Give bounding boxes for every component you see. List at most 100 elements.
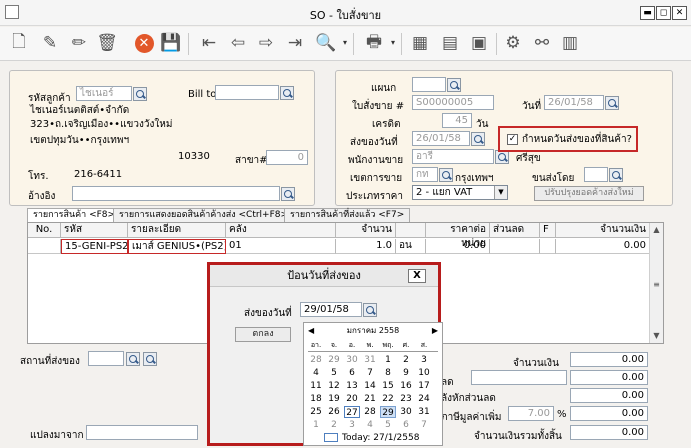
update-backorder-button[interactable]: ปรับปรุงยอดค้างส่งใหม่ [534,186,644,201]
calendar-day[interactable]: 25 [308,406,324,418]
ship-date-picker-icon[interactable] [471,132,485,146]
row-code[interactable]: 15-GENI-PS2 [61,239,128,254]
customer-code-input[interactable]: ไชเนอร์ [76,86,132,101]
calendar-day[interactable]: 26 [326,406,342,418]
sales-area-input[interactable]: กท [412,167,438,182]
maximize-button[interactable]: ◻ [656,6,671,20]
ship-location-input[interactable] [88,351,124,366]
form-icon[interactable]: ▤ [437,30,463,56]
date-input[interactable]: 26/01/58 [544,95,604,110]
sales-area-search-icon[interactable] [439,168,453,182]
price-type-select[interactable]: 2 - แยก VAT ▼ [412,185,508,200]
calendar-day[interactable]: 29 [326,354,342,366]
tab-items[interactable]: รายการสินค้า <F8> [27,208,122,223]
calendar-day[interactable]: 14 [362,380,378,392]
edit-pencil-icon[interactable]: ✏ [66,30,92,56]
close-button[interactable]: ✕ [672,6,687,20]
date-picker-icon[interactable] [605,96,619,110]
row-warehouse[interactable]: 01 [226,239,336,254]
calendar-day[interactable]: 13 [344,380,360,392]
calendar-day[interactable]: 8 [380,367,396,379]
print-dropdown-icon[interactable]: ▾ [391,38,395,47]
calendar-day[interactable]: 30 [344,354,360,366]
grid-scrollbar[interactable]: ▲ ≡ ▼ [649,223,663,343]
calendar-day[interactable]: 23 [398,393,414,405]
cancel-icon[interactable]: ✕ [131,30,157,56]
scroll-up-icon[interactable]: ▲ [650,223,663,236]
scroll-down-icon[interactable]: ▼ [650,329,663,342]
vat-rate-input[interactable]: 7.00 [508,406,554,421]
so-number-input[interactable]: S00000005 [412,95,494,110]
row-amount[interactable]: 0.00 [556,239,650,254]
calendar-day[interactable]: 12 [326,380,342,392]
calendar-day[interactable]: 7 [362,367,378,379]
calendar-day[interactable]: 27 [344,406,360,418]
calendar-day[interactable]: 17 [416,380,432,392]
row-no[interactable] [28,239,61,254]
tab-shipped[interactable]: รายการสินค้าที่ส่งแล้ว <F7> [284,208,411,222]
edit-icon[interactable]: ✎ [37,30,63,56]
link-icon[interactable]: ⚯ [529,30,555,56]
calendar-day[interactable]: 19 [326,393,342,405]
reference-input[interactable] [72,186,280,201]
calendar-day[interactable]: 1 [380,354,396,366]
calendar-day[interactable]: 18 [308,393,324,405]
salesperson-input[interactable]: อารี [412,149,494,164]
row-unit-price[interactable]: 0.00 [426,239,490,254]
print-icon[interactable]: 🖶 [361,30,387,56]
calendar-day[interactable]: 5 [326,367,342,379]
calendar-day[interactable]: 22 [380,393,396,405]
calendar-day[interactable]: 31 [416,406,432,418]
tools-icon[interactable]: ⚙ [500,30,526,56]
calendar-day[interactable]: 7 [416,419,432,431]
calendar-day[interactable]: 31 [362,354,378,366]
last-record-icon[interactable]: ⇥ [282,30,308,56]
export-icon[interactable]: ▥ [557,30,583,56]
calendar-day[interactable]: 10 [416,367,432,379]
ship-by-input[interactable] [584,167,608,182]
trash-icon[interactable]: 🗑 [94,30,120,56]
ship-location-search-icon-2[interactable] [143,352,157,366]
next-month-icon[interactable]: ▶ [432,325,438,337]
calendar-day[interactable]: 21 [362,393,378,405]
calendar-day[interactable]: 1 [308,419,324,431]
credit-input[interactable]: 45 [442,113,472,128]
save-icon[interactable]: 💾 [158,30,184,56]
first-record-icon[interactable]: ⇤ [196,30,222,56]
row-discount[interactable] [490,239,540,254]
next-record-icon[interactable]: ⇨ [253,30,279,56]
calendar-day[interactable]: 30 [398,406,414,418]
customer-search-icon[interactable] [133,87,147,101]
calendar-day[interactable]: 20 [344,393,360,405]
calendar-day[interactable]: 3 [344,419,360,431]
calculator-icon[interactable]: ▦ [407,30,433,56]
calendar-day[interactable]: 15 [380,380,396,392]
calendar-day[interactable]: 28 [308,354,324,366]
bill-to-search-icon[interactable] [280,86,294,100]
ship-per-item-checkbox[interactable]: ✓ [507,134,518,145]
bill-to-input[interactable] [215,85,279,100]
salesperson-search-icon[interactable] [495,150,509,164]
calendar-day[interactable]: 4 [362,419,378,431]
calendar-day[interactable]: 24 [416,393,432,405]
dialog-close-button[interactable]: X [408,269,426,283]
calendar-day[interactable]: 4 [308,367,324,379]
calendar-day[interactable]: 2 [326,419,342,431]
department-search-icon[interactable] [447,78,461,92]
calendar-day[interactable]: 3 [416,354,432,366]
row-unit[interactable]: อน [396,239,426,254]
calendar-day[interactable]: 29 [380,406,396,418]
calendar-day[interactable]: 5 [380,419,396,431]
calendar-day[interactable]: 28 [362,406,378,418]
report-icon[interactable]: ▣ [466,30,492,56]
row-description[interactable]: เมาส์ GENIUS•(PS2) [128,239,226,254]
tab-backorder[interactable]: รายการแสดงยอดสินค้าค้างส่ง <Ctrl+F8> [113,208,295,222]
dialog-date-input[interactable]: 29/01/58 [300,302,362,317]
previous-record-icon[interactable]: ⇦ [225,30,251,56]
calendar-day[interactable]: 6 [398,419,414,431]
ship-by-search-icon[interactable] [609,168,623,182]
department-input[interactable] [412,77,446,92]
calendar-day[interactable]: 2 [398,354,414,366]
calendar-day[interactable]: 6 [344,367,360,379]
discount-input[interactable] [471,370,567,385]
